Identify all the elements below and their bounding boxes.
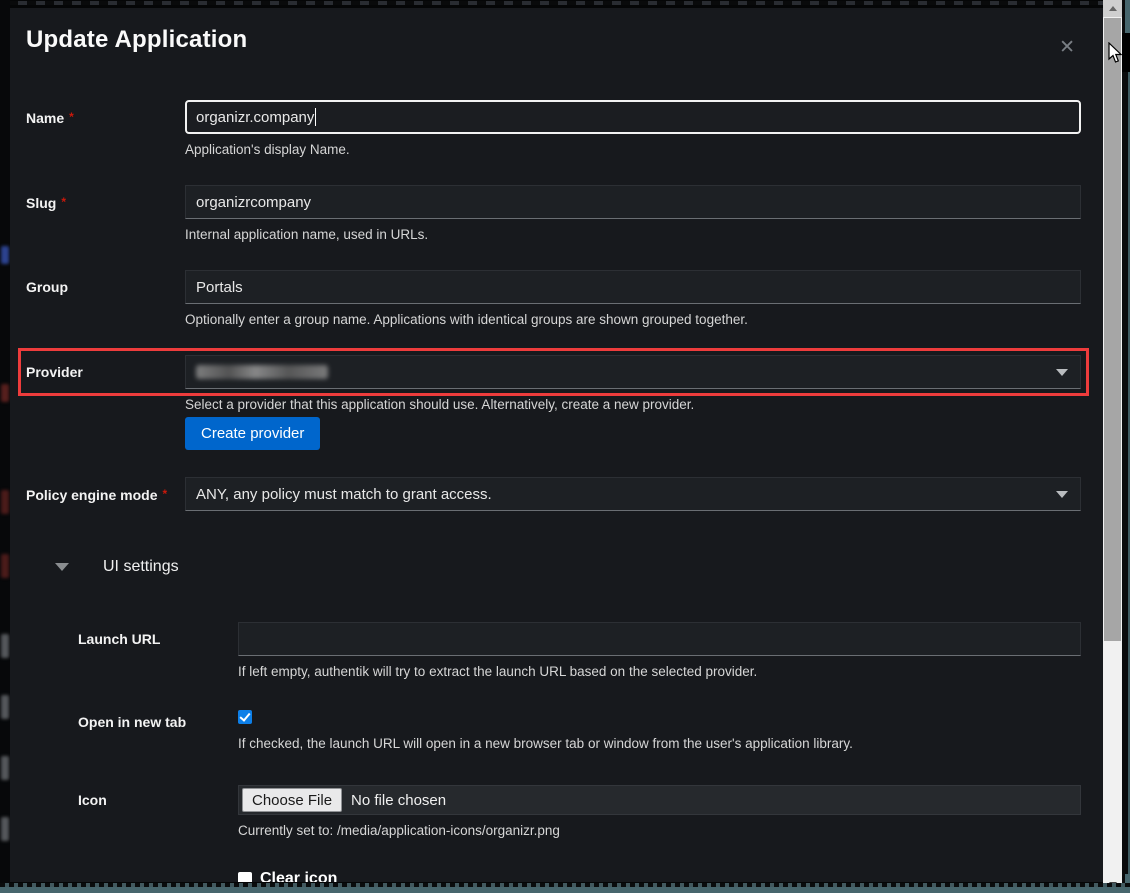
create-provider-button[interactable]: Create provider	[185, 417, 320, 450]
group-field-row: Group Portals Optionally enter a group n…	[26, 270, 1081, 328]
slug-input[interactable]: organizrcompany	[185, 185, 1081, 219]
name-input[interactable]: organizr.company	[185, 100, 1081, 134]
background-fragment	[1, 756, 9, 780]
name-field-row: Name* organizr.company Application's dis…	[26, 100, 1081, 158]
application-form: Name* organizr.company Application's dis…	[26, 100, 1081, 882]
group-input[interactable]: Portals	[185, 270, 1081, 304]
icon-label: Icon	[78, 785, 238, 882]
background-fragment	[1, 490, 9, 514]
background-page-sliver	[0, 0, 10, 893]
background-fragment	[1, 634, 9, 658]
policy-engine-mode-select[interactable]: ANY, any policy must match to grant acce…	[185, 477, 1081, 511]
close-icon[interactable]: ✕	[1059, 38, 1075, 57]
open-in-new-tab-help-text: If checked, the launch URL will open in …	[238, 736, 1081, 752]
provider-label: Provider	[26, 355, 185, 413]
scrollbar-thumb[interactable]	[1104, 18, 1121, 641]
background-fragment	[1, 246, 9, 264]
create-provider-row: Create provider	[26, 413, 1081, 450]
chevron-down-icon	[1056, 491, 1068, 498]
background-fragment	[1, 695, 9, 719]
policy-engine-mode-row: Policy engine mode* ANY, any policy must…	[26, 477, 1081, 512]
slug-help-text: Internal application name, used in URLs.	[185, 227, 1081, 243]
launch-url-help-text: If left empty, authentik will try to ext…	[238, 664, 1081, 680]
icon-file-input[interactable]: Choose File No file chosen	[238, 785, 1081, 815]
name-help-text: Application's display Name.	[185, 142, 1081, 158]
clear-icon-checkbox[interactable]	[238, 872, 252, 882]
chevron-down-icon	[1056, 369, 1068, 376]
scrollbar-up-button[interactable]	[1103, 0, 1122, 17]
policy-engine-mode-value: ANY, any policy must match to grant acce…	[196, 486, 492, 503]
required-asterisk: *	[69, 110, 74, 124]
choose-file-button[interactable]: Choose File	[242, 788, 342, 812]
background-fragment	[1, 384, 9, 402]
group-label: Group	[26, 270, 185, 328]
ui-settings-label: UI settings	[103, 558, 179, 576]
group-help-text: Optionally enter a group name. Applicati…	[185, 312, 1081, 328]
slug-field-row: Slug* organizrcompany Internal applicati…	[26, 185, 1081, 243]
bottom-edge-teal	[0, 887, 1130, 893]
clear-icon-row: Clear icon	[238, 870, 1081, 882]
slug-input-value: organizrcompany	[196, 194, 311, 211]
text-caret	[315, 108, 316, 126]
provider-field-row: Provider Select a provider that this app…	[26, 355, 1081, 413]
arrow-up-icon	[1109, 6, 1117, 11]
name-input-value: organizr.company	[196, 109, 314, 126]
clear-icon-label: Clear icon	[260, 870, 337, 882]
open-in-new-tab-label: Open in new tab	[78, 707, 238, 752]
chevron-down-icon[interactable]	[55, 563, 69, 571]
file-status-text: No file chosen	[351, 792, 446, 809]
launch-url-input[interactable]	[238, 622, 1081, 656]
ui-settings-section-header[interactable]: UI settings	[55, 557, 1081, 577]
background-fragment	[1, 817, 9, 841]
provider-redacted-value	[196, 365, 328, 379]
right-edge-strip	[1122, 0, 1130, 893]
right-edge-notch	[1122, 33, 1130, 72]
update-application-modal: Update Application ✕ Name* organizr.comp…	[10, 8, 1103, 882]
provider-help-text: Select a provider that this application …	[185, 397, 1081, 413]
slug-label: Slug*	[26, 185, 185, 243]
open-in-new-tab-row: Open in new tab If checked, the launch U…	[78, 707, 1081, 752]
modal-title: Update Application	[26, 26, 1081, 54]
required-asterisk: *	[61, 195, 66, 209]
policy-engine-mode-label: Policy engine mode*	[26, 477, 185, 512]
right-edge-teal-top	[1125, 0, 1130, 33]
ui-settings-group: Launch URL If left empty, authentik will…	[26, 622, 1081, 882]
provider-select[interactable]	[185, 355, 1081, 389]
background-fragment	[1, 554, 9, 578]
group-input-value: Portals	[196, 279, 243, 296]
icon-help-text: Currently set to: /media/application-ico…	[238, 823, 1081, 839]
vertical-scrollbar[interactable]	[1103, 0, 1122, 893]
required-asterisk: *	[162, 487, 167, 501]
open-in-new-tab-checkbox[interactable]	[238, 710, 252, 724]
selection-dash-top	[0, 1, 1130, 5]
launch-url-row: Launch URL If left empty, authentik will…	[78, 622, 1081, 680]
launch-url-label: Launch URL	[78, 622, 238, 680]
icon-field-row: Icon Choose File No file chosen Currentl…	[78, 785, 1081, 882]
name-label: Name*	[26, 100, 185, 158]
